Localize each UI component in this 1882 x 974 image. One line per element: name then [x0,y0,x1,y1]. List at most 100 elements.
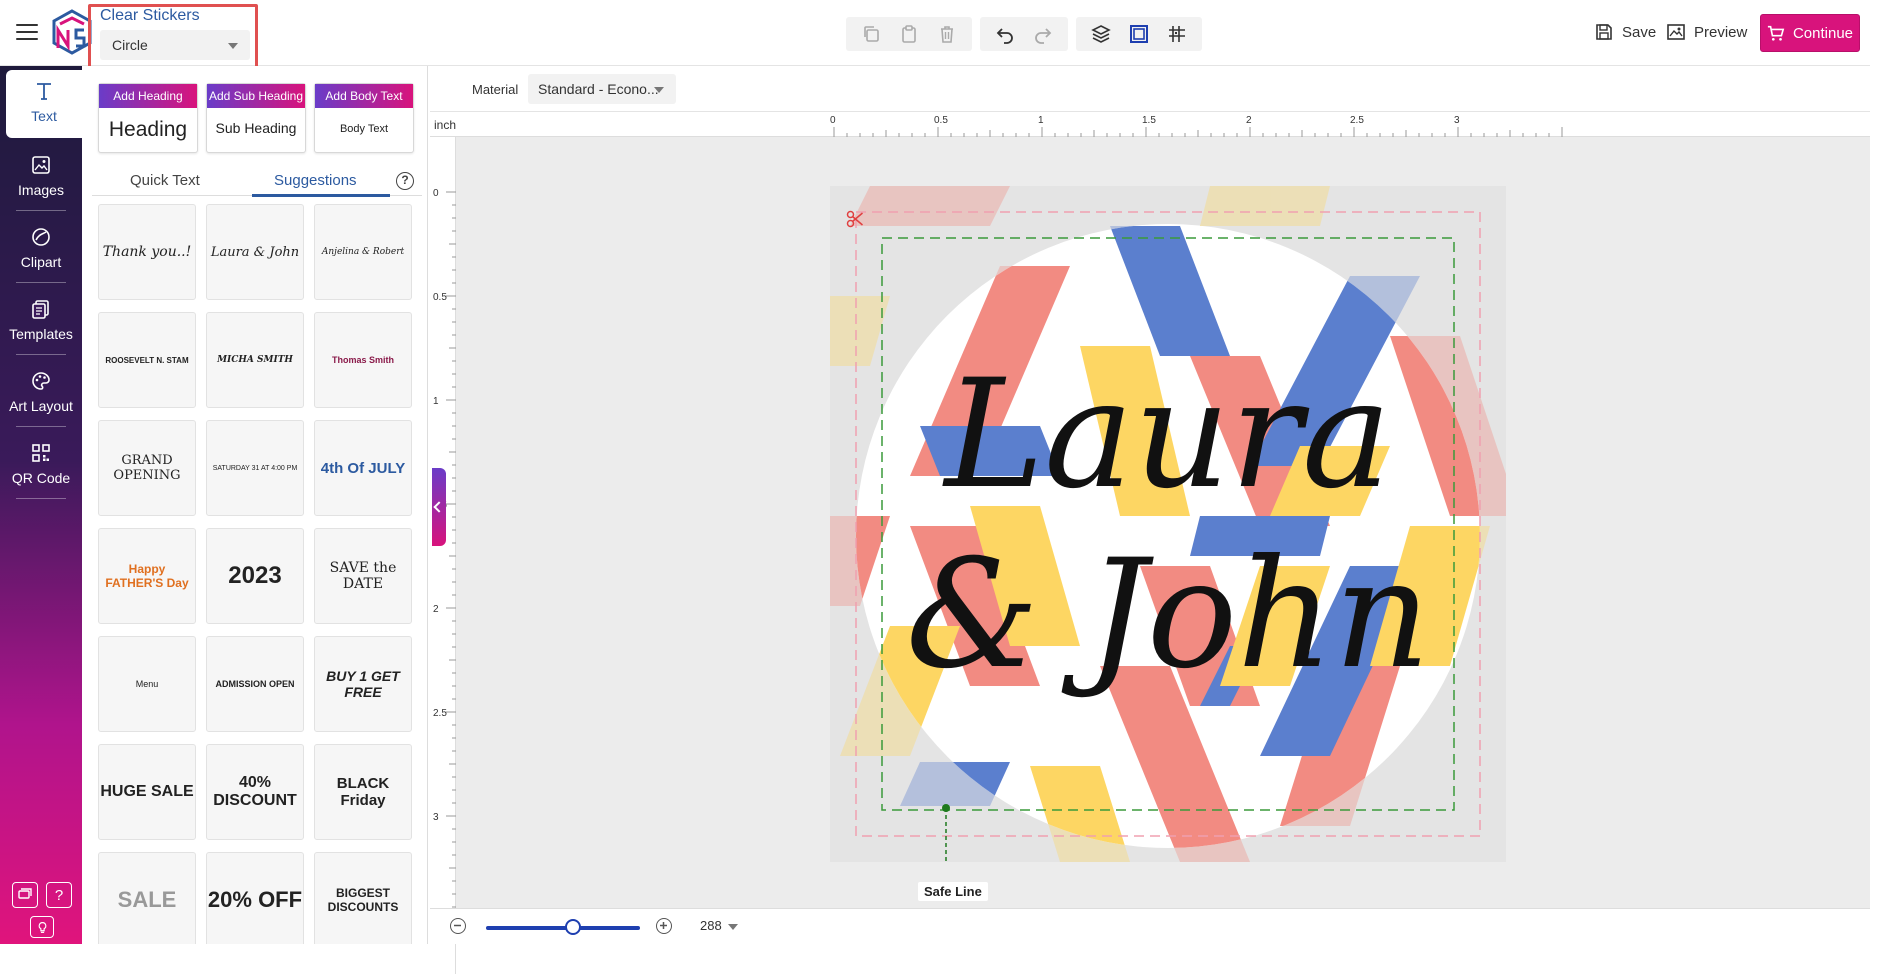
sidebar-item-label: Images [18,182,64,198]
suggestion-thumb[interactable]: Thomas Smith [314,312,412,408]
trash-icon [941,26,953,43]
view-group [1076,17,1202,51]
undo-button[interactable] [986,17,1024,51]
add-heading-label: Add Heading [99,84,197,108]
chevron-down-icon [654,87,664,93]
tab-quick-text[interactable]: Quick Text [130,172,200,189]
chevron-down-icon [228,43,238,49]
bleed-toggle-button[interactable] [1120,17,1158,51]
ruler-tick-label: 3 [433,812,439,823]
suggestion-thumb[interactable]: BUY 1 GET FREE [314,636,412,732]
top-header: Clear Stickers Circle Save Preview Conti… [0,0,1870,76]
ruler-tick-label: 0 [830,115,836,126]
grid-icon [1169,26,1185,42]
continue-button[interactable]: Continue [1760,14,1860,52]
sidebar-item-templates[interactable]: Templates [0,288,82,356]
chat-icon [18,888,32,899]
zoom-out-icon [454,924,461,927]
sticker-text-line2[interactable]: & John [906,528,1431,702]
active-tab-indicator [252,194,390,197]
sidebar-item-label: Text [31,108,57,124]
ruler-tick-label: 2 [433,604,439,615]
zoom-bar: 288 [430,908,1870,944]
zoom-level-value: 288 [700,918,722,933]
sidebar-item-images[interactable]: Images [0,144,82,212]
save-button[interactable]: Save [1594,22,1656,42]
shape-select[interactable]: Circle [100,30,250,60]
suggestion-thumb[interactable]: SALE [98,852,196,944]
zoom-slider-handle[interactable] [565,919,581,935]
save-icon [1596,24,1612,40]
suggestion-thumb[interactable]: BLACK Friday [314,744,412,840]
zoom-in-button[interactable] [656,918,672,934]
paste-button[interactable] [890,17,928,51]
sidebar-item-text[interactable]: Text [6,70,82,138]
product-title[interactable]: Clear Stickers [100,7,200,25]
help-button[interactable]: ? [46,882,72,908]
add-subheading-button[interactable]: Add Sub Heading Sub Heading [206,83,306,153]
sticker-text-line1[interactable]: Laura [942,348,1392,522]
suggestion-thumb[interactable]: Laura & John [206,204,304,300]
ruler-tick-label: 0.5 [934,115,948,126]
delete-button[interactable] [928,17,966,51]
sticker-design[interactable]: Laura & John [830,186,1506,862]
collapse-panel-button[interactable] [432,468,446,546]
ruler-tick-label: 0.5 [433,292,447,303]
suggestion-thumb[interactable]: MICHA SMITH [206,312,304,408]
lightbulb-icon [38,921,46,933]
sidebar-item-label: Art Layout [9,398,73,414]
question-icon[interactable]: ? [396,172,414,190]
layers-icon [1091,25,1111,43]
redo-button[interactable] [1024,17,1062,51]
suggestion-thumb[interactable]: 4th Of JULY [314,420,412,516]
sidebar-item-qr-code[interactable]: QR Code [0,432,82,500]
suggestion-thumb[interactable]: SATURDAY 31 AT 4:00 PM [206,420,304,516]
ruler-vertical: 00.511.522.53 [430,137,456,974]
subheading-sample: Sub Heading [215,120,297,136]
grid-toggle-button[interactable] [1158,17,1196,51]
redo-icon [1035,28,1052,44]
sidebar-item-clipart[interactable]: Clipart [0,216,82,284]
suggestion-thumb[interactable]: Happy FATHER'S Day [98,528,196,624]
preview-label: Preview [1694,23,1748,41]
cart-icon [1767,25,1785,41]
layers-button[interactable] [1082,17,1120,51]
material-select[interactable]: Standard - Econo... [528,74,676,104]
preview-button[interactable]: Preview [1666,22,1747,42]
suggestion-thumb[interactable]: Menu [98,636,196,732]
zoom-out-button[interactable] [450,918,466,934]
heading-sample: Heading [108,118,188,141]
sidebar-item-art-layout[interactable]: Art Layout [0,360,82,428]
suggestion-thumb[interactable]: SAVE the DATE [314,528,412,624]
zoom-slider-track[interactable] [486,926,640,930]
zoom-level-select[interactable]: 288 [700,918,738,933]
suggestion-thumb[interactable]: GRAND OPENING [98,420,196,516]
suggestion-thumb[interactable]: BIGGEST DISCOUNTS [314,852,412,944]
menu-icon[interactable] [16,24,38,42]
sidebar-item-label: Clipart [20,254,62,270]
history-group [980,17,1068,51]
suggestion-thumb[interactable]: 40% DISCOUNT [206,744,304,840]
suggestion-thumb[interactable]: Anjelina & Robert [314,204,412,300]
clipboard-group [846,17,972,51]
copy-button[interactable] [852,17,890,51]
add-subheading-label: Add Sub Heading [207,84,305,108]
add-body-text-button[interactable]: Add Body Text Body Text [314,83,414,153]
paste-icon [902,25,916,43]
add-heading-button[interactable]: Add Heading Heading [98,83,198,153]
tab-suggestions[interactable]: Suggestions [274,172,357,189]
tips-button[interactable] [30,916,54,938]
chat-button[interactable] [12,882,38,908]
suggestion-thumb[interactable]: HUGE SALE [98,744,196,840]
chevron-down-icon [727,923,738,930]
suggestion-thumb[interactable]: 2023 [206,528,304,624]
suggestion-thumb[interactable]: ADMISSION OPEN [206,636,304,732]
ruler-tick-label: 1.5 [1142,115,1156,126]
add-body-text-label: Add Body Text [315,84,413,108]
suggestion-thumb[interactable]: 20% OFF [206,852,304,944]
suggestion-thumb[interactable]: ROOSEVELT N. STAM [98,312,196,408]
suggestion-thumb[interactable]: Thank you..! [98,204,196,300]
editor-window: Clear Stickers Circle Save Preview Conti… [0,0,1882,974]
safe-line-label: Safe Line [918,882,988,901]
save-label: Save [1622,23,1657,41]
